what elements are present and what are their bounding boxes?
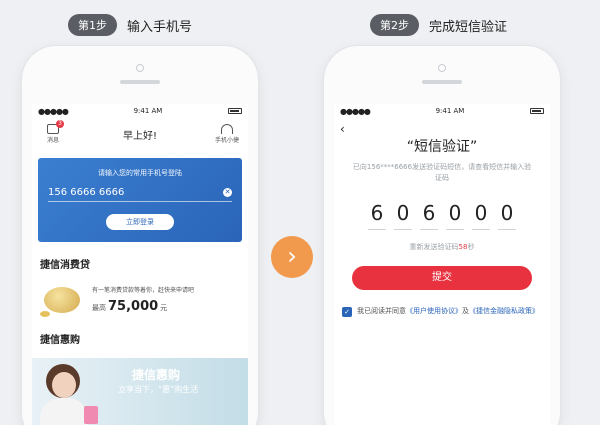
agree-and: 及 bbox=[462, 307, 469, 315]
status-time: 9:41 AM bbox=[435, 107, 465, 115]
submit-button[interactable]: 提交 bbox=[352, 266, 532, 290]
promo-banner[interactable]: 捷信惠购 立享当下，“惠”购生活 bbox=[32, 358, 248, 425]
agreement-row: ✓ 我已阅读并同意《用户使用协议》及《捷信金融隐私政策》 bbox=[342, 306, 542, 317]
status-bar: ●●●●● 9:41 AM bbox=[334, 104, 550, 118]
right-screen: ●●●●● 9:41 AM ‹ “短信验证” 已向156****6666发送验证… bbox=[334, 104, 550, 425]
loan-desc: 有一笔消费贷款等着你，赶快来申请吧 bbox=[92, 286, 195, 294]
person-body bbox=[40, 398, 88, 425]
promo-banner-sub: 立享当下，“惠”购生活 bbox=[118, 385, 199, 394]
messages-button[interactable]: 3 消息 bbox=[38, 120, 68, 144]
resend-timer[interactable]: 重新发送验证码58秒 bbox=[334, 242, 550, 252]
battery-icon bbox=[228, 108, 242, 114]
headset-icon bbox=[220, 124, 233, 134]
message-badge: 3 bbox=[56, 120, 64, 128]
loan-card[interactable]: 有一笔消费贷款等着你，赶快来申请吧 最高 75,000 元 bbox=[40, 281, 240, 317]
signal-icon: ●●●●● bbox=[38, 106, 69, 116]
sms-title: “短信验证” bbox=[406, 139, 478, 155]
status-bar: ●●●●● 9:41 AM bbox=[32, 104, 248, 118]
privacy-policy-link[interactable]: 《捷信金融隐私政策》 bbox=[469, 307, 539, 315]
code-digit: 0 bbox=[446, 201, 464, 230]
greeting: 早上好! bbox=[122, 130, 157, 142]
promo-banner-title: 捷信惠购 bbox=[132, 368, 181, 382]
shopping-bag-icon bbox=[84, 406, 98, 424]
agree-prefix: 我已阅读并同意 bbox=[357, 307, 406, 315]
status-time: 9:41 AM bbox=[133, 107, 163, 115]
message-icon: 3 bbox=[47, 120, 64, 134]
loan-unit: 元 bbox=[160, 303, 168, 312]
login-hint: 请输入您的常用手机号登陆 bbox=[98, 169, 182, 177]
earpiece bbox=[120, 80, 160, 84]
user-agreement-link[interactable]: 《用户使用协议》 bbox=[406, 307, 462, 315]
left-screen: ●●●●● 9:41 AM 3 消息 早上好! 手机小捷 请输入您的常用手机号登… bbox=[32, 104, 248, 425]
code-digit: 6 bbox=[368, 201, 386, 230]
service-label: 手机小捷 bbox=[214, 137, 239, 144]
resend-suffix: 秒 bbox=[467, 243, 475, 251]
agree-checkbox[interactable]: ✓ bbox=[342, 307, 352, 317]
loan-amount: 75,000 bbox=[108, 298, 159, 314]
loan-amount-row: 最高 75,000 元 bbox=[92, 299, 194, 314]
agree-text: 我已阅读并同意《用户使用协议》及《捷信金融隐私政策》 bbox=[357, 306, 539, 317]
back-icon[interactable]: ‹ bbox=[340, 122, 544, 136]
camera-icon bbox=[136, 64, 144, 72]
loan-title: 捷信消费贷 bbox=[40, 260, 90, 271]
code-digit: 6 bbox=[420, 201, 438, 230]
step1-pill: 第1步 bbox=[68, 14, 117, 36]
code-digit: 0 bbox=[394, 201, 412, 230]
phone-input[interactable]: 156 6666 6666 ✕ bbox=[48, 184, 232, 202]
home-nav: 3 消息 早上好! 手机小捷 bbox=[32, 118, 248, 150]
step2-title: 完成短信验证 bbox=[429, 19, 508, 35]
service-button[interactable]: 手机小捷 bbox=[212, 124, 242, 144]
phone-value: 156 6666 6666 bbox=[48, 187, 125, 198]
right-phone: ●●●●● 9:41 AM ‹ “短信验证” 已向156****6666发送验证… bbox=[324, 46, 560, 425]
camera-icon bbox=[438, 64, 446, 72]
piggy-bank-icon bbox=[40, 281, 84, 317]
signal-icon: ●●●●● bbox=[340, 106, 371, 116]
code-digit: 0 bbox=[472, 201, 490, 230]
earpiece bbox=[422, 80, 462, 84]
battery-icon bbox=[530, 108, 544, 114]
step1-label: 第1步 输入手机号 bbox=[68, 14, 192, 36]
next-arrow-icon: › bbox=[271, 236, 313, 278]
code-digit: 0 bbox=[498, 201, 516, 230]
code-input[interactable]: 6 0 6 0 0 0 bbox=[334, 201, 550, 230]
resend-prefix: 重新发送验证码 bbox=[409, 243, 459, 251]
login-card: 请输入您的常用手机号登陆 156 6666 6666 ✕ 立即登录 bbox=[38, 158, 242, 242]
login-button[interactable]: 立即登录 bbox=[106, 214, 174, 230]
step1-title: 输入手机号 bbox=[127, 19, 193, 35]
left-phone: ●●●●● 9:41 AM 3 消息 早上好! 手机小捷 请输入您的常用手机号登… bbox=[22, 46, 258, 425]
messages-label: 消息 bbox=[46, 137, 59, 144]
step2-pill: 第2步 bbox=[370, 14, 419, 36]
clear-icon[interactable]: ✕ bbox=[223, 188, 232, 197]
promo-section-title: 捷信惠购 bbox=[40, 335, 80, 346]
loan-prefix: 最高 bbox=[92, 303, 106, 312]
sms-desc: 已向156****6666发送验证码短信，请查看短信并输入验证码 bbox=[352, 163, 532, 182]
person-face bbox=[52, 372, 76, 398]
step2-label: 第2步 完成短信验证 bbox=[370, 14, 507, 36]
